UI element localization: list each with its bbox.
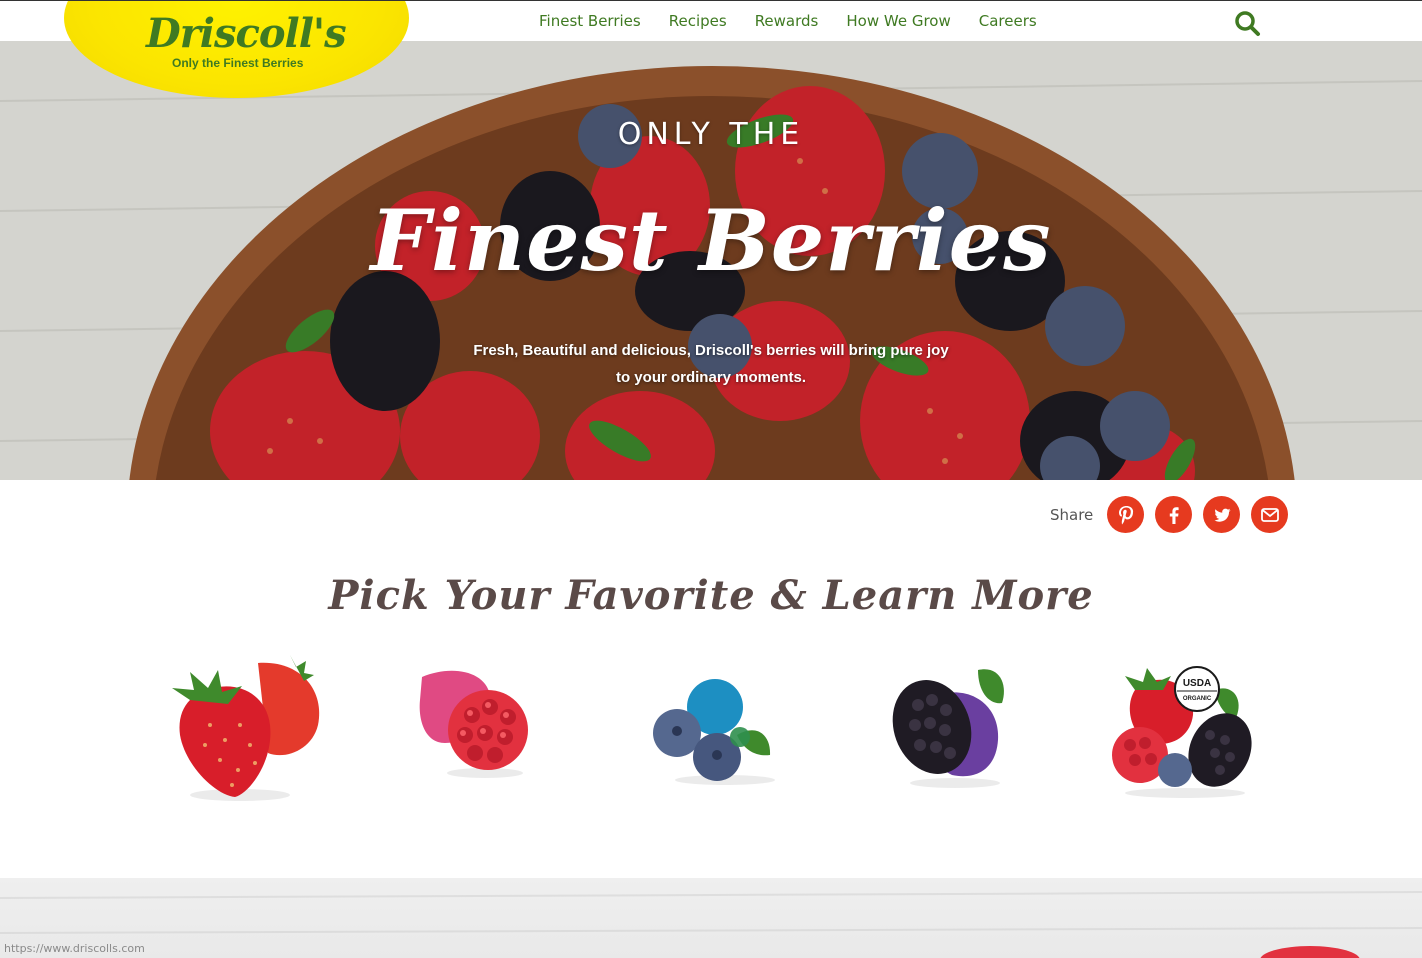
logo-wordmark: Driscoll's (146, 10, 347, 57)
usda-badge-bottom: ORGANIC (1183, 696, 1212, 702)
nav-rewards[interactable]: Rewards (755, 12, 819, 30)
hero-banner: ONLY THE Finest Berries Fresh, Beautiful… (0, 41, 1422, 480)
status-bar-url: https://www.driscolls.com (4, 942, 145, 955)
next-section-band (0, 878, 1422, 958)
search-icon[interactable] (1233, 9, 1261, 37)
email-icon[interactable] (1251, 496, 1289, 533)
main-nav: Finest Berries Recipes Rewards How We Gr… (525, 1, 1051, 41)
wood-texture (0, 891, 1422, 958)
share-label: Share (1050, 505, 1094, 524)
strawberry-tile[interactable] (150, 645, 330, 810)
logo-tagline: Only the Finest Berries (172, 56, 304, 70)
twitter-icon[interactable] (1203, 496, 1241, 533)
facebook-icon[interactable] (1155, 496, 1193, 533)
raspberry-tile[interactable] (390, 645, 570, 810)
raspberry-icon (419, 670, 528, 778)
nav-careers[interactable]: Careers (979, 12, 1037, 30)
blackberry-tile[interactable] (860, 645, 1040, 810)
strawberry-icon (172, 655, 320, 801)
organic-berries-tile[interactable]: USDA ORGANIC (1095, 645, 1275, 810)
organic-berries-icon: USDA ORGANIC (1112, 666, 1252, 798)
share-bar: Share (1050, 496, 1299, 533)
hero-subtitle: Fresh, Beautiful and delicious, Driscoll… (473, 342, 949, 386)
window-top-border (0, 0, 1422, 1)
blueberry-tile[interactable] (625, 645, 805, 810)
blackberry-icon (892, 669, 1004, 788)
usda-badge-top: USDA (1183, 678, 1211, 689)
nav-finest-berries[interactable]: Finest Berries (539, 12, 641, 30)
nav-recipes[interactable]: Recipes (669, 12, 727, 30)
hero-title: Finest Berries (370, 191, 1052, 290)
nav-how-we-grow[interactable]: How We Grow (846, 12, 950, 30)
hero-eyebrow: ONLY THE (617, 117, 805, 152)
pinterest-icon[interactable] (1107, 496, 1145, 533)
blueberry-icon (653, 679, 775, 785)
section-title: Pick Your Favorite & Learn More (328, 572, 1094, 619)
